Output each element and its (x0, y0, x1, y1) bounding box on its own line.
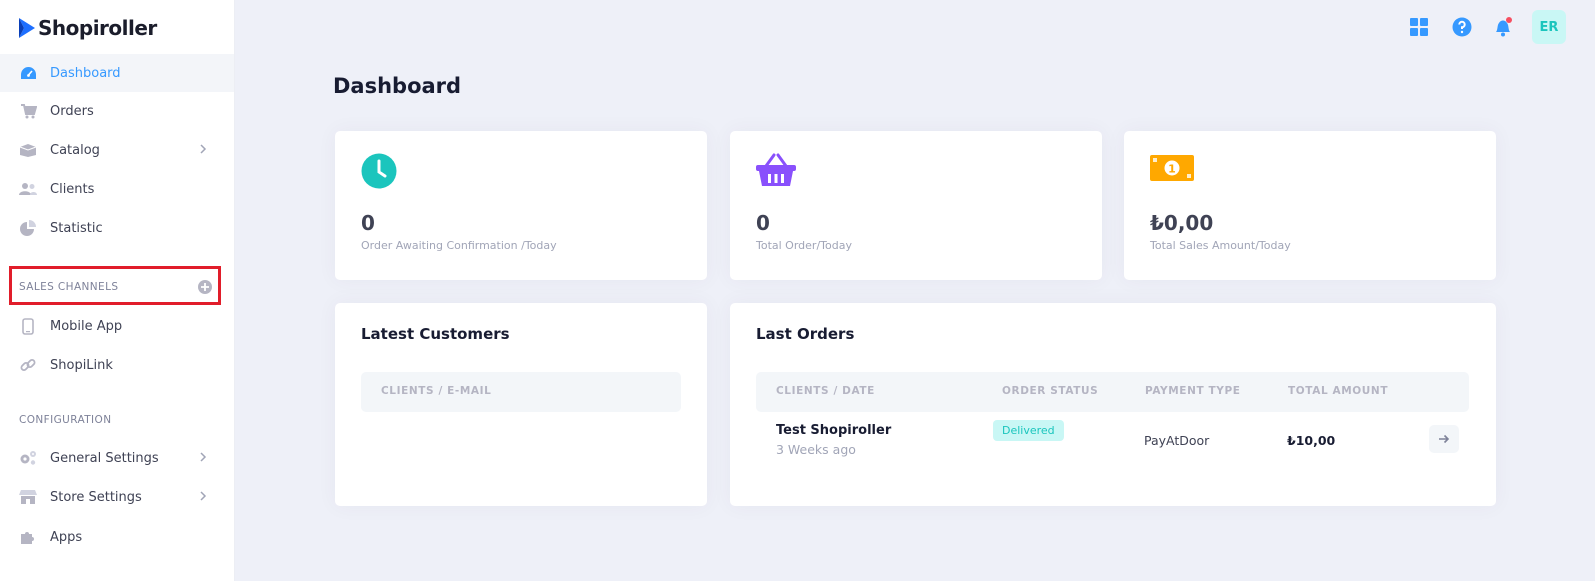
notifications-bell-icon[interactable] (1492, 16, 1514, 38)
stat-label: Total Sales Amount/Today (1150, 239, 1291, 252)
view-order-button[interactable] (1429, 425, 1459, 453)
last-orders-title: Last Orders (756, 325, 855, 343)
sidebar-item-label: Dashboard (50, 65, 121, 81)
sidebar-item-apps[interactable]: Apps (0, 518, 234, 556)
cart-icon (19, 102, 37, 120)
latest-customers-card: Latest Customers CLIENTS / E-MAIL (335, 303, 707, 506)
svg-text:1: 1 (1168, 163, 1176, 176)
status-badge: Delivered (993, 420, 1064, 441)
sidebar-item-label: Statistic (50, 220, 103, 236)
chevron-right-icon (200, 452, 207, 462)
apps-grid-icon[interactable] (1408, 16, 1430, 38)
money-icon: 1 (1150, 155, 1194, 181)
order-client-name[interactable]: Test Shopiroller (776, 423, 891, 438)
sidebar-item-label: Catalog (50, 142, 100, 158)
stat-card-total-sales: 1 ₺0,00 Total Sales Amount/Today (1124, 131, 1496, 280)
latest-customers-title: Latest Customers (361, 325, 510, 343)
user-avatar[interactable]: ER (1532, 10, 1566, 44)
clock-icon (361, 153, 397, 189)
sidebar-item-statistic[interactable]: Statistic (0, 209, 234, 247)
order-total-amount: ₺10,00 (1287, 433, 1336, 448)
sidebar-item-label: ShopiLink (50, 357, 113, 373)
order-date: 3 Weeks ago (776, 442, 856, 457)
arrow-right-icon (1439, 434, 1450, 444)
sidebar-item-label: Store Settings (50, 489, 142, 505)
sidebar-item-label: General Settings (50, 450, 159, 466)
store-icon (19, 488, 37, 506)
sales-channels-title: SALES CHANNELS (19, 281, 119, 293)
app-name: Shopiroller (38, 15, 157, 40)
sidebar-item-label: Apps (50, 529, 83, 545)
sidebar-item-label: Clients (50, 181, 95, 197)
page-title: Dashboard (333, 74, 462, 98)
sidebar-item-dashboard[interactable]: Dashboard (0, 54, 234, 92)
last-orders-card: Last Orders CLIENTS / DATE ORDER STATUS … (730, 303, 1496, 506)
column-header-clients-email: CLIENTS / E-MAIL (381, 385, 492, 397)
logo-icon (19, 17, 35, 38)
column-header-order-status: ORDER STATUS (1002, 385, 1099, 397)
clients-icon (19, 180, 37, 198)
column-header-total-amount: TOTAL AMOUNT (1288, 385, 1389, 397)
sidebar-item-catalog[interactable]: Catalog (0, 131, 234, 169)
sidebar-item-store-settings[interactable]: Store Settings (0, 478, 234, 516)
order-payment-type: PayAtDoor (1144, 433, 1210, 448)
catalog-icon (19, 141, 37, 159)
stat-value: ₺0,00 (1150, 211, 1214, 235)
stat-label: Total Order/Today (756, 239, 852, 252)
puzzle-icon (19, 528, 37, 546)
last-orders-table-header: CLIENTS / DATE ORDER STATUS PAYMENT TYPE… (756, 372, 1469, 412)
sidebar-item-orders[interactable]: Orders (0, 92, 234, 130)
sidebar-item-shopilink[interactable]: ShopiLink (0, 346, 234, 384)
help-icon[interactable] (1451, 16, 1473, 38)
add-sales-channel-icon[interactable] (197, 279, 213, 295)
sidebar-item-general-settings[interactable]: General Settings (0, 439, 234, 477)
stat-value: 0 (756, 211, 770, 235)
stat-card-awaiting-confirmation: 0 Order Awaiting Confirmation /Today (335, 131, 707, 280)
mobile-icon (19, 317, 37, 335)
sidebar: Shopiroller Dashboard Orders Catalog Cli… (0, 0, 235, 581)
chevron-right-icon (200, 144, 207, 154)
dashboard-icon (19, 64, 37, 82)
stat-value: 0 (361, 211, 375, 235)
column-header-clients-date: CLIENTS / DATE (776, 385, 875, 397)
gears-icon (19, 449, 37, 467)
link-icon (19, 356, 37, 374)
column-header-payment-type: PAYMENT TYPE (1145, 385, 1241, 397)
sidebar-item-label: Mobile App (50, 318, 123, 334)
sidebar-item-clients[interactable]: Clients (0, 170, 234, 208)
sidebar-item-mobile-app[interactable]: Mobile App (0, 307, 234, 345)
sidebar-item-label: Orders (50, 103, 94, 119)
stat-label: Order Awaiting Confirmation /Today (361, 239, 557, 252)
latest-customers-table-header: CLIENTS / E-MAIL (361, 372, 681, 412)
basket-icon (756, 153, 796, 186)
configuration-title: CONFIGURATION (19, 414, 112, 426)
logo[interactable]: Shopiroller (0, 0, 234, 56)
chevron-right-icon (200, 491, 207, 501)
stat-card-total-order: 0 Total Order/Today (730, 131, 1102, 280)
pie-chart-icon (19, 219, 37, 237)
